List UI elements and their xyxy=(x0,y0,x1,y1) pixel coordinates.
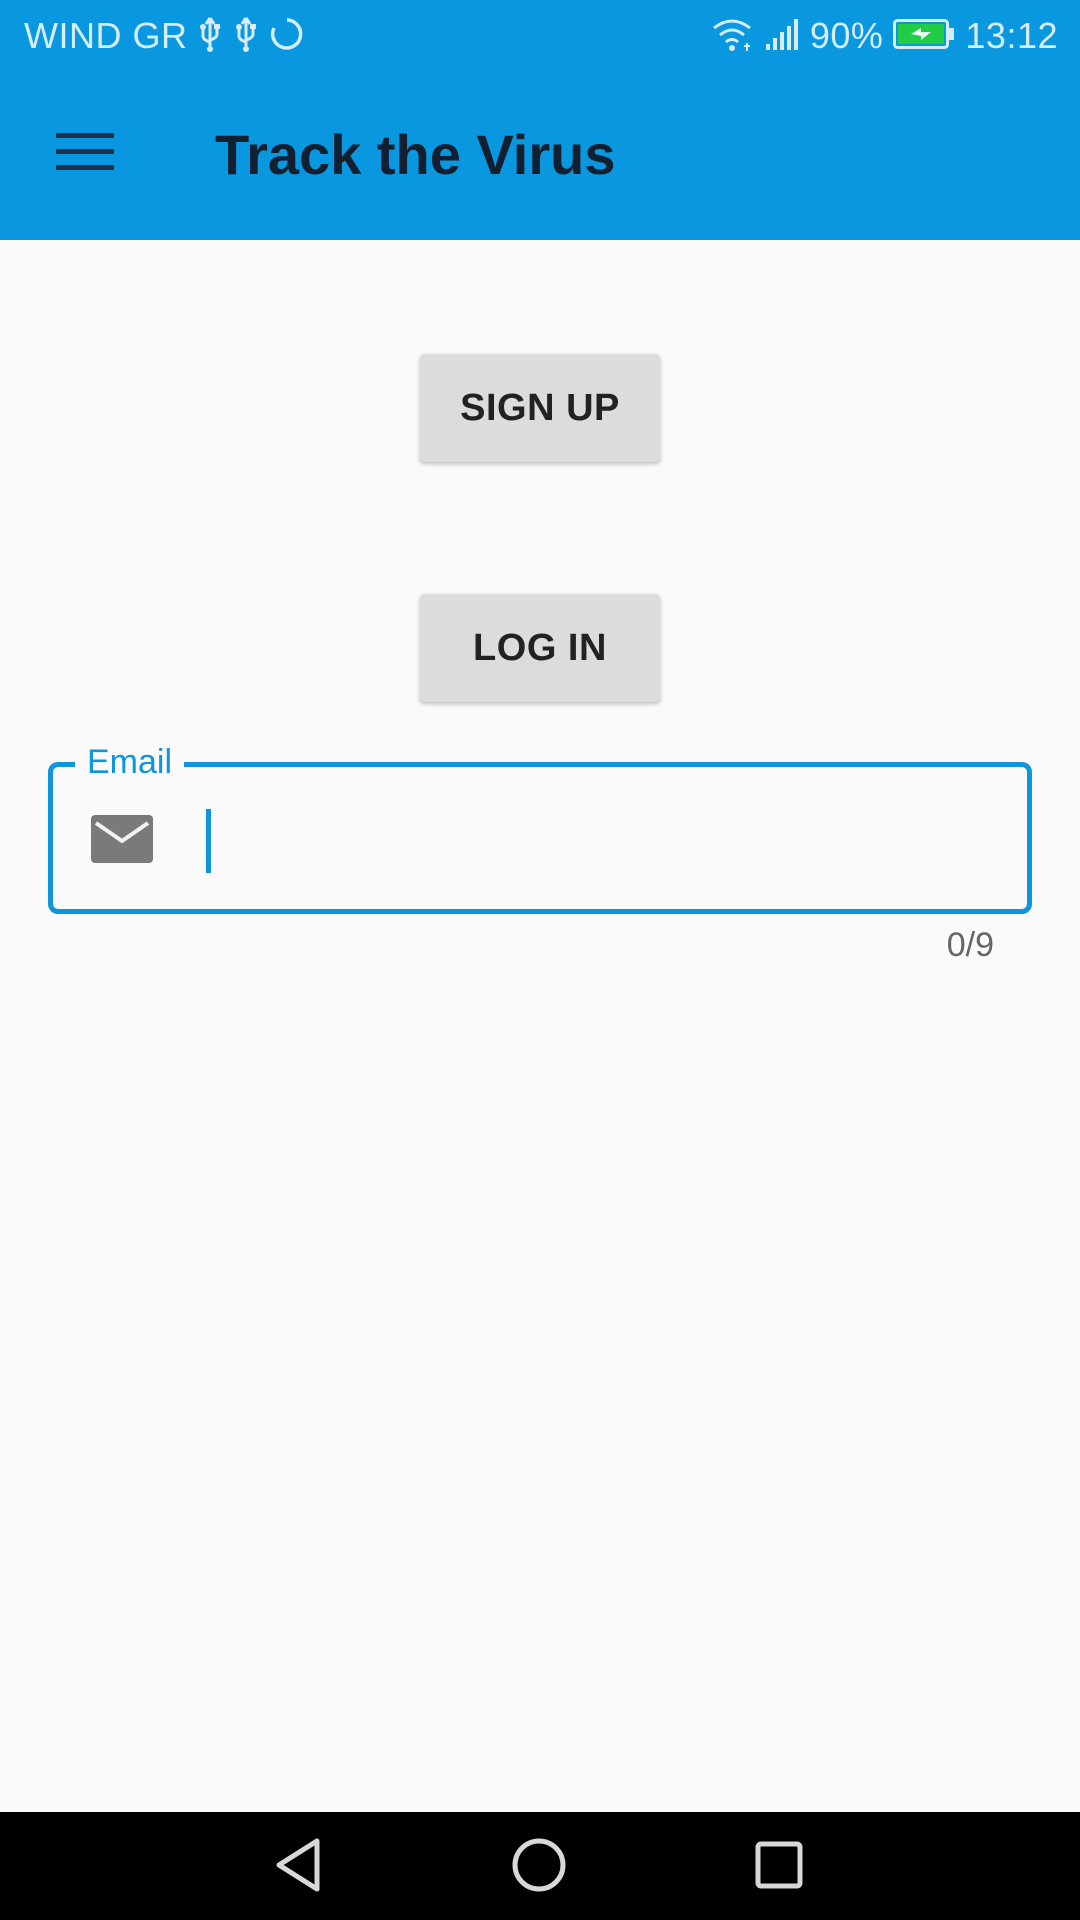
carrier-name: WIND GR xyxy=(24,15,188,56)
signal-icon xyxy=(764,16,800,57)
battery-charging-icon xyxy=(893,18,955,54)
mail-icon xyxy=(91,815,153,863)
character-counter: 0/9 xyxy=(946,926,994,964)
recents-icon xyxy=(754,1840,804,1895)
hamburger-menu-icon xyxy=(56,131,114,178)
usb-icon xyxy=(233,16,259,57)
status-left: WIND GR xyxy=(24,14,305,58)
wifi-icon xyxy=(710,16,754,57)
nav-recents-button[interactable] xyxy=(744,1832,814,1902)
clock: 13:12 xyxy=(965,15,1058,56)
log-in-button[interactable]: LOG IN xyxy=(420,594,660,702)
navigation-bar xyxy=(0,1812,1080,1920)
email-label: Email xyxy=(75,743,185,782)
status-right: 90% 13:12 xyxy=(710,14,1058,58)
back-icon xyxy=(273,1837,325,1898)
usb-icon xyxy=(197,16,223,57)
email-field[interactable]: Email xyxy=(48,743,1032,914)
nav-back-button[interactable] xyxy=(264,1832,334,1902)
email-input[interactable] xyxy=(203,803,1003,873)
text-cursor xyxy=(206,809,211,873)
battery-percent: 90% xyxy=(809,15,884,56)
sync-icon xyxy=(269,16,305,57)
sign-up-button[interactable]: SIGN UP xyxy=(420,354,660,462)
menu-button[interactable] xyxy=(40,122,130,186)
home-icon xyxy=(511,1837,567,1898)
page-title: Track the Virus xyxy=(215,123,616,186)
status-bar: WIND GR 90% 13:12 xyxy=(0,0,1080,72)
app-bar: Track the Virus xyxy=(0,72,1080,240)
nav-home-button[interactable] xyxy=(504,1832,574,1902)
